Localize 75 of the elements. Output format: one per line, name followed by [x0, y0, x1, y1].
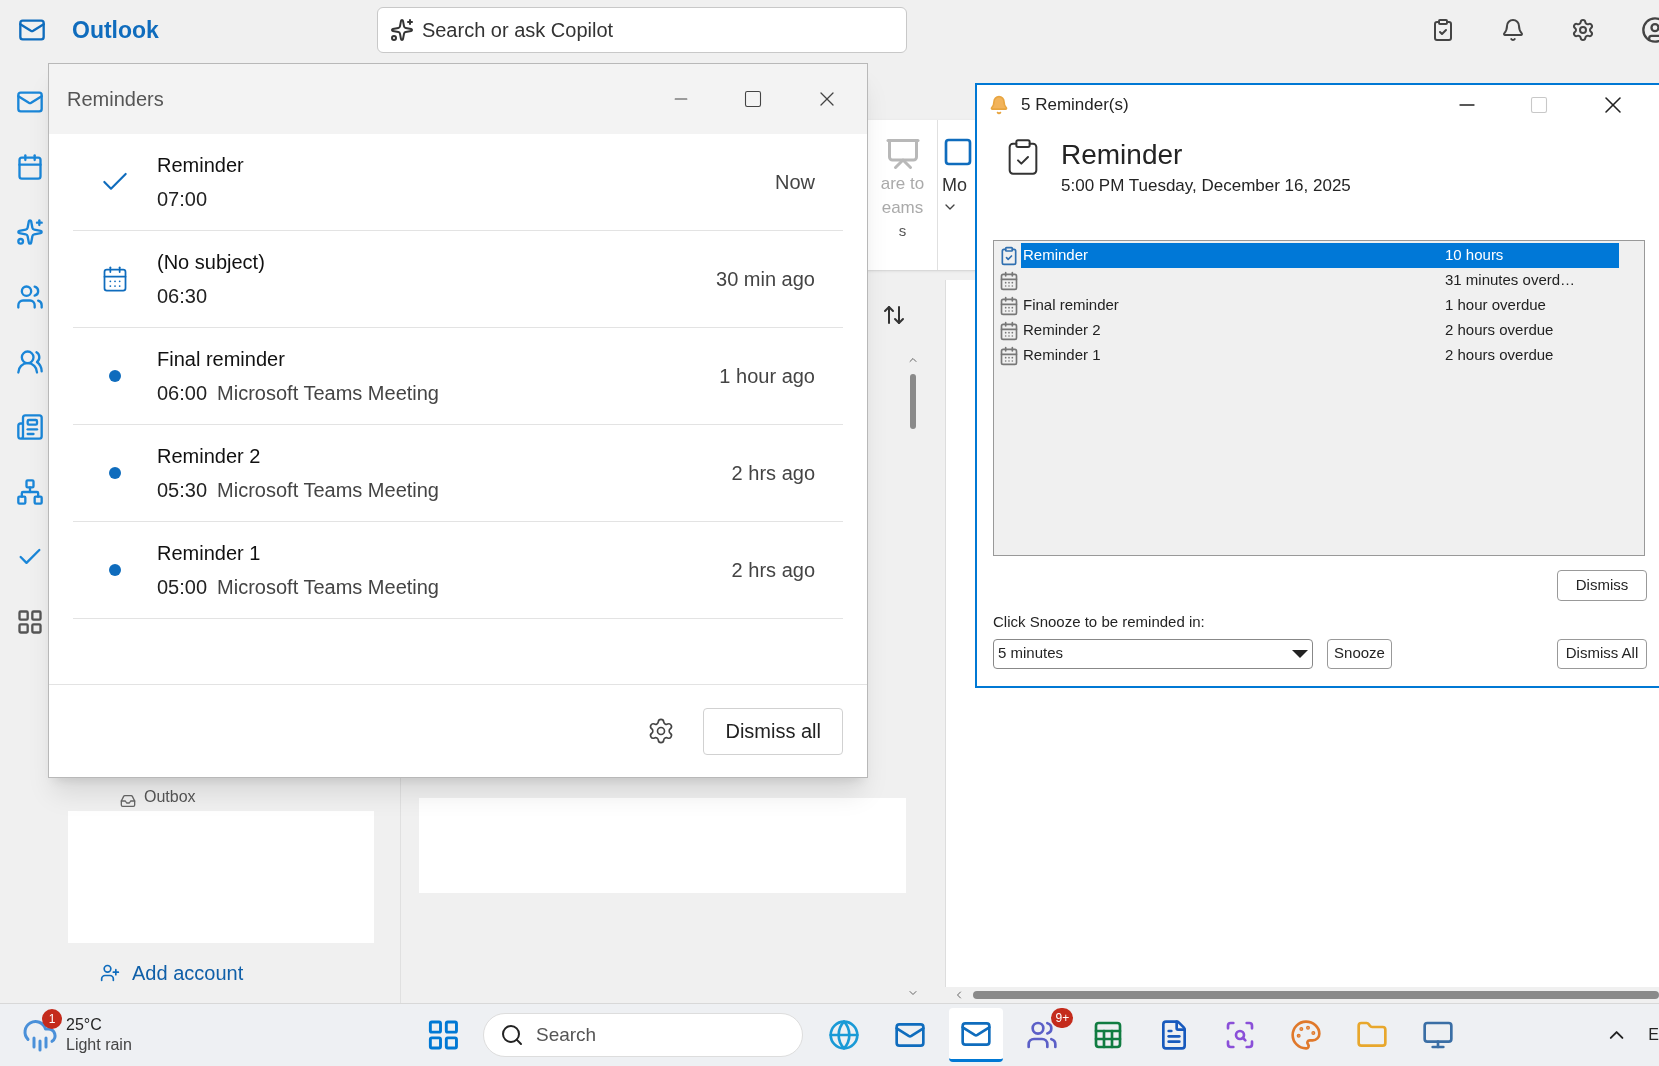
horizontal-scrollbar-thumb[interactable]: [973, 991, 1659, 999]
apps-icon[interactable]: [16, 608, 44, 636]
reminder-due: 30 min ago: [716, 267, 815, 292]
reminder-row[interactable]: Final reminder 1 hour overdue: [1021, 293, 1619, 318]
language-indicator[interactable]: E: [1648, 1023, 1659, 1047]
sort-icon[interactable]: [882, 303, 906, 327]
window-title: 5 Reminder(s): [1021, 94, 1129, 117]
ribbon-label: eams: [881, 197, 924, 219]
search-placeholder: Search or ask Copilot: [421, 18, 614, 43]
reminder-due: 1 hour ago: [719, 364, 815, 389]
taskbar-app-button[interactable]: [949, 1008, 1004, 1062]
ribbon-group-label: s: [898, 221, 907, 241]
newspaper-icon[interactable]: [16, 413, 44, 441]
outbox-icon: [120, 793, 136, 809]
reminder-title: Reminder 2: [157, 444, 262, 469]
reminder-row[interactable]: Reminder 1 2 hours overdue: [1021, 343, 1619, 368]
reminder-subject: Reminder: [1061, 138, 1184, 172]
dismiss-all-button[interactable]: Dismiss all: [703, 707, 843, 755]
reminder-date: 5:00 PM Tuesday, December 16, 2025: [1061, 175, 1351, 197]
reminder-title: Reminder: [157, 153, 244, 178]
settings-icon[interactable]: [1571, 18, 1595, 42]
reminder-location: Microsoft Teams Meeting: [217, 575, 439, 600]
reminder-row[interactable]: 31 minutes overd…: [1021, 268, 1619, 293]
dropdown-arrow-icon: [1292, 649, 1308, 658]
reminder-due: Now: [775, 170, 815, 195]
people-icon[interactable]: [16, 283, 44, 311]
notification-badge: 1: [42, 1009, 62, 1029]
ribbon-label: Mo: [942, 174, 967, 197]
sparkle-icon[interactable]: [16, 218, 44, 246]
maximize-icon[interactable]: [743, 89, 763, 109]
org-chart-icon[interactable]: [16, 478, 44, 506]
snooze-button[interactable]: Snooze: [1327, 638, 1392, 669]
reminder-location: Microsoft Teams Meeting: [217, 478, 439, 503]
reminder-title: Final reminder: [157, 347, 286, 372]
calendar-icon[interactable]: [16, 153, 44, 181]
reminder-time: 05:00: [157, 575, 208, 600]
weather-condition: Light rain: [66, 1035, 132, 1055]
scrollbar-thumb[interactable]: [910, 374, 916, 429]
reminder-row[interactable]: Reminder 2 2 hours overdue: [1021, 318, 1619, 343]
monitor-icon: [1422, 1019, 1455, 1051]
folder-item[interactable]: Outbox: [144, 785, 196, 809]
add-account-icon: [100, 963, 120, 983]
task-icon[interactable]: [1431, 18, 1455, 42]
reminder-time: 06:30: [157, 284, 208, 309]
reminder-due: 2 hrs ago: [731, 558, 815, 583]
notification-icon[interactable]: [1501, 18, 1525, 42]
bell-icon: [989, 95, 1009, 115]
group-icon[interactable]: [16, 348, 44, 376]
taskbar-search-field[interactable]: Search: [482, 1013, 804, 1057]
app-name: Outlook: [72, 15, 159, 45]
copilot-search-icon: [389, 18, 414, 42]
reminder-location: Microsoft Teams Meeting: [217, 381, 439, 406]
dismiss-all-button[interactable]: Dismiss All: [1557, 638, 1647, 669]
reminder-time: 06:00: [157, 381, 208, 406]
snooze-label: Click Snooze to be reminded in:: [993, 612, 1206, 632]
reminder-time: 07:00: [157, 187, 208, 212]
search-field[interactable]: Search or ask Copilot: [376, 7, 907, 53]
reminder-time: 05:30: [157, 478, 208, 503]
search-placeholder: Search: [535, 1022, 597, 1047]
start-icon[interactable]: [426, 1017, 461, 1053]
window-title: Reminders: [67, 87, 164, 112]
reminder-title: (No subject): [157, 250, 265, 275]
snooze-dropdown[interactable]: 5 minutes: [993, 638, 1313, 669]
ribbon-label: are to: [880, 173, 925, 195]
dismiss-button[interactable]: Dismiss: [1557, 570, 1647, 601]
reminder-title: Reminder 1: [157, 541, 262, 566]
search-icon: [499, 1023, 524, 1047]
browser-icon: [828, 1019, 861, 1051]
reminder-row[interactable]: Reminder 10 hours: [1021, 243, 1619, 268]
palette-icon: [1290, 1019, 1323, 1051]
add-account-link[interactable]: Add account: [132, 958, 244, 988]
notification-badge: 9+: [1051, 1008, 1074, 1028]
maximize-icon: [1529, 95, 1549, 115]
reminder-due: 2 hrs ago: [731, 461, 815, 486]
weather-temperature: 25°C: [66, 1015, 103, 1035]
